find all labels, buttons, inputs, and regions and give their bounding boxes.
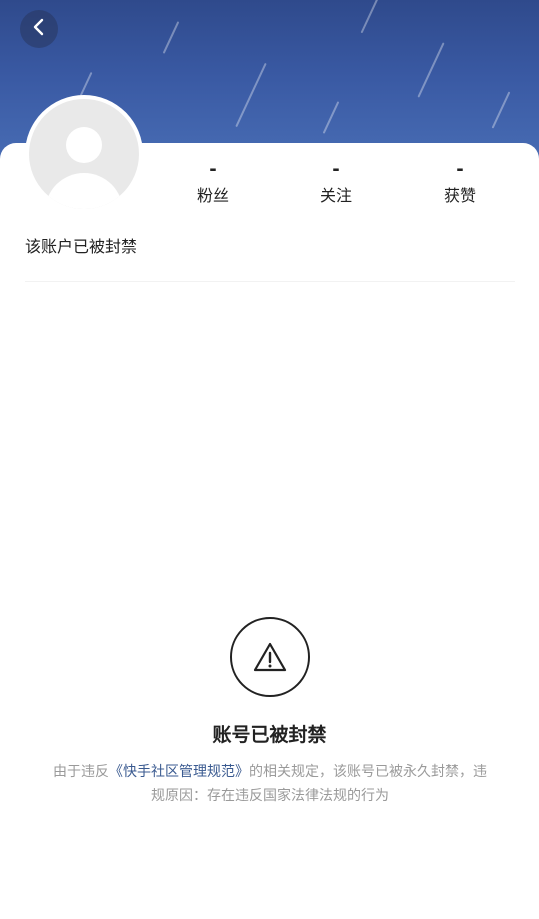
stat-label: 关注 [319,186,352,205]
warning-icon [230,617,310,697]
stat-value: - [332,159,340,180]
avatar[interactable] [25,95,143,213]
chevron-left-icon [30,18,48,40]
ban-title: 账号已被封禁 [212,724,327,746]
stat-label: 获赞 [443,186,476,205]
back-button[interactable] [20,10,58,48]
account-status-text: 该账户已被封禁 [25,237,138,256]
stat-likes[interactable]: - 获赞 [420,160,500,207]
community-rules-link[interactable]: 《快手社区管理规范》 [109,764,249,780]
stat-value: - [456,159,464,180]
divider [25,281,515,282]
stat-followers[interactable]: - 粉丝 [173,160,253,207]
default-avatar-icon [29,99,139,209]
ban-description: 由于违反《快手社区管理规范》的相关规定，该账号已被永久封禁，违规原因：存在违反国… [50,760,490,808]
stat-label: 粉丝 [196,186,229,205]
stat-value: - [209,159,217,180]
stat-following[interactable]: - 关注 [296,160,376,207]
ban-desc-prefix: 由于违反 [53,764,109,780]
